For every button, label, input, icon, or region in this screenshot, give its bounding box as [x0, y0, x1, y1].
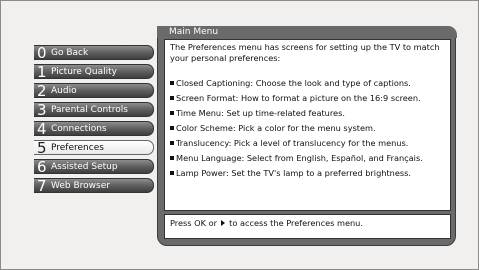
panel-title: Main Menu	[169, 27, 219, 37]
main-menu-list: 0 Go Back 1 Picture Quality 2 Audio 3 Pa…	[34, 44, 154, 197]
list-item-text: Closed Captioning: Choose the look and t…	[176, 78, 411, 88]
hint-box: Press OK or to access the Preferences me…	[164, 214, 451, 239]
menu-item-number: 1	[37, 63, 47, 81]
right-arrow-icon	[220, 220, 225, 226]
menu-item-picture-quality[interactable]: 1 Picture Quality	[34, 63, 154, 81]
list-item: Screen Format: How to format a picture o…	[170, 93, 445, 104]
bullet-icon	[170, 156, 174, 160]
bullet-icon	[170, 141, 174, 145]
bullet-icon	[170, 81, 174, 85]
menu-item-label: Assisted Setup	[51, 162, 118, 172]
menu-item-label: Go Back	[51, 48, 89, 58]
menu-item-number: 2	[37, 82, 47, 100]
menu-item-number: 7	[37, 177, 47, 195]
bullet-icon	[170, 96, 174, 100]
menu-item-audio[interactable]: 2 Audio	[34, 82, 154, 100]
menu-item-parental-controls[interactable]: 3 Parental Controls	[34, 101, 154, 119]
description-intro: The Preferences menu has screens for set…	[170, 42, 440, 63]
list-item: Color Scheme: Pick a color for the menu …	[170, 123, 445, 134]
menu-item-label: Connections	[51, 124, 107, 134]
list-item: Closed Captioning: Choose the look and t…	[170, 78, 445, 89]
bullet-icon	[170, 126, 174, 130]
list-item-text: Time Menu: Set up time-related features.	[176, 108, 345, 118]
menu-item-label: Web Browser	[51, 181, 110, 191]
feature-list: Closed Captioning: Choose the look and t…	[170, 78, 445, 179]
menu-item-go-back[interactable]: 0 Go Back	[34, 44, 154, 62]
list-item-text: Screen Format: How to format a picture o…	[176, 93, 421, 103]
hint-text-after: to access the Preferences menu.	[229, 218, 363, 228]
menu-item-number: 5	[37, 139, 47, 157]
menu-item-label: Picture Quality	[51, 67, 117, 77]
menu-item-connections[interactable]: 4 Connections	[34, 120, 154, 138]
list-item-text: Color Scheme: Pick a color for the menu …	[176, 123, 376, 133]
menu-item-label: Parental Controls	[51, 105, 128, 115]
description-box: The Preferences menu has screens for set…	[164, 39, 451, 211]
menu-item-assisted-setup[interactable]: 6 Assisted Setup	[34, 158, 154, 176]
list-item-text: Lamp Power: Set the TV's lamp to a prefe…	[176, 168, 412, 178]
list-item-text: Menu Language: Select from English, Espa…	[176, 153, 423, 163]
list-item: Time Menu: Set up time-related features.	[170, 108, 445, 119]
menu-item-preferences[interactable]: 5 Preferences	[34, 139, 154, 157]
menu-item-label: Preferences	[51, 143, 104, 153]
menu-item-label: Audio	[51, 86, 77, 96]
hint-text-before: Press OK or	[170, 218, 217, 228]
menu-item-number: 4	[37, 120, 47, 138]
list-item: Translucency: Pick a level of translucen…	[170, 138, 445, 149]
bullet-icon	[170, 171, 174, 175]
menu-item-number: 0	[37, 44, 47, 62]
list-item-text: Translucency: Pick a level of translucen…	[176, 138, 409, 148]
menu-item-number: 3	[37, 101, 47, 119]
menu-item-web-browser[interactable]: 7 Web Browser	[34, 177, 154, 195]
bullet-icon	[170, 111, 174, 115]
list-item: Lamp Power: Set the TV's lamp to a prefe…	[170, 168, 445, 179]
menu-item-number: 6	[37, 158, 47, 176]
list-item: Menu Language: Select from English, Espa…	[170, 153, 445, 164]
